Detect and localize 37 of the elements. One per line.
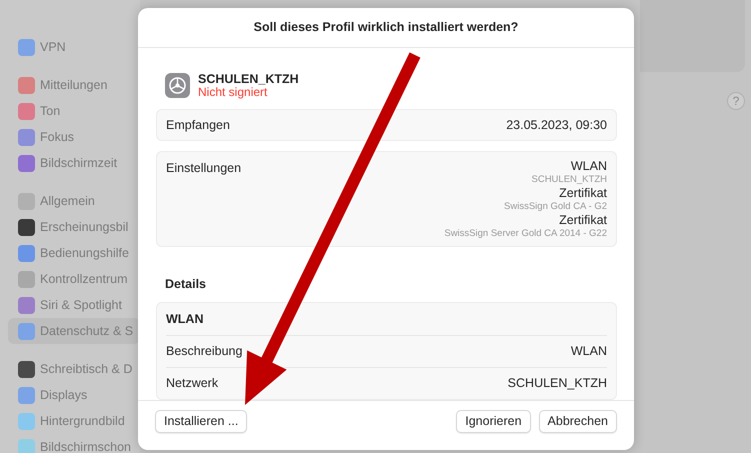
setting-detail: SwissSign Server Gold CA 2014 - G22 <box>444 228 607 240</box>
sidebar-item[interactable]: Erscheinungsbil <box>8 214 140 240</box>
setting-detail: SwissSign Gold CA - G2 <box>503 201 607 214</box>
sidebar-item[interactable]: Datenschutz & S <box>8 318 140 344</box>
dialog-title: Soll dieses Profil wirklich installiert werden? <box>138 8 634 48</box>
dialog-button[interactable]: Installieren ... <box>155 410 248 433</box>
sidebar-item[interactable]: Mitteilungen <box>8 72 140 98</box>
received-label: Empfangen <box>166 116 230 134</box>
detail-label: Beschreibung <box>166 343 242 360</box>
detail-label: Netzwerk <box>166 375 218 392</box>
sidebar-item[interactable]: Fokus <box>8 124 140 150</box>
details-heading: Details <box>165 276 207 294</box>
dialog-button[interactable]: Abbrechen <box>538 410 617 433</box>
sidebar-item[interactable]: Displays <box>8 382 140 408</box>
detail-value: WLAN <box>570 343 607 360</box>
setting-title: WLAN <box>570 159 607 174</box>
sidebar-item[interactable]: Kontrollzentrum <box>8 266 140 292</box>
sidebar-item[interactable]: Schreibtisch & D <box>8 356 140 382</box>
sidebar-item[interactable]: Ton <box>8 98 140 124</box>
signature-status: Nicht signiert <box>198 86 268 100</box>
sidebar-item[interactable]: Bildschirmzeit <box>8 150 140 176</box>
setting-title: Zertifikat <box>558 186 607 202</box>
sidebar-item[interactable]: Hintergrundbild <box>8 408 140 434</box>
setting-title: Zertifikat <box>558 213 607 228</box>
sidebar-item[interactable]: VPN <box>8 34 140 60</box>
sidebar-item[interactable]: Bildschirmschon <box>8 434 140 453</box>
sidebar-item[interactable]: Siri & Spotlight <box>8 292 140 318</box>
settings-label: Einstellungen <box>166 160 242 178</box>
received-value: 23.05.2023, 09:30 <box>506 116 607 134</box>
group-title: WLAN <box>166 310 204 328</box>
sidebar-item[interactable]: Bedienungshilfe <box>8 240 140 266</box>
profile-name: SCHULEN_KTZH <box>198 72 299 86</box>
sidebar-item[interactable]: Allgemein <box>8 188 140 214</box>
setting-detail: SCHULEN_KTZH <box>530 174 607 186</box>
detail-value: SCHULEN_KTZH <box>508 375 607 392</box>
dialog-button[interactable]: Ignorieren <box>456 410 531 433</box>
help-button[interactable]: ? <box>727 92 745 110</box>
